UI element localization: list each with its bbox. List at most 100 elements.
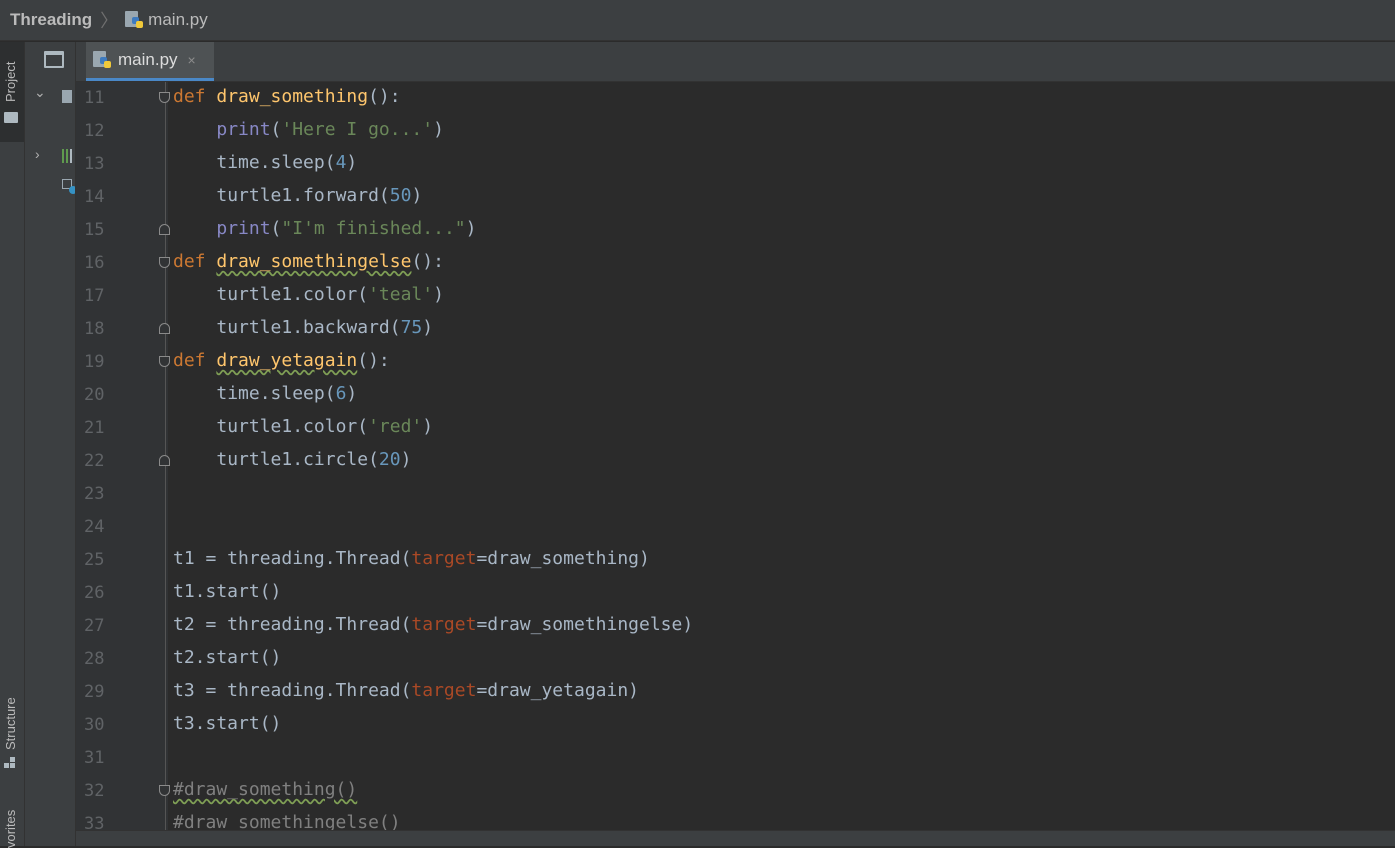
line-number: 30 <box>84 715 105 735</box>
fold-marker[interactable] <box>159 785 170 796</box>
number-literal: 50 <box>389 185 412 206</box>
line-number: 29 <box>84 682 105 702</box>
code-text: (): <box>357 350 390 371</box>
chevron-right-icon[interactable]: › <box>35 146 40 162</box>
code-line: def draw_yetagain(): <box>173 350 390 371</box>
chevron-down-icon[interactable]: ⌄ <box>34 84 46 101</box>
line-number: 15 <box>84 220 105 240</box>
line-number: 12 <box>84 121 105 141</box>
line-number: 31 <box>84 748 105 768</box>
string-literal: 'teal' <box>368 284 434 305</box>
fold-end-marker[interactable] <box>159 455 170 466</box>
code-text: turtle1.circle( <box>216 449 379 470</box>
code-text: time.sleep( <box>216 152 336 173</box>
editor-tab-bar: main.py × <box>44 42 1395 82</box>
keyword-argument: target <box>411 680 477 701</box>
code-line: t1 = threading.Thread(target=draw_someth… <box>173 548 650 569</box>
code-line: t2.start() <box>173 647 281 668</box>
code-text: (): <box>411 251 444 272</box>
tab-label: main.py <box>118 50 178 69</box>
line-number: 27 <box>84 616 105 636</box>
code-text: ) <box>422 416 434 437</box>
code-line: turtle1.circle(20) <box>173 449 411 470</box>
code-text: ) <box>411 185 423 206</box>
code-line: turtle1.color('red') <box>173 416 433 437</box>
line-number: 14 <box>84 187 105 207</box>
project-tree-panel: ⌄ › <box>25 42 76 846</box>
code-line: t2 = threading.Thread(target=draw_someth… <box>173 614 693 635</box>
code-text: ) <box>400 449 412 470</box>
fold-marker[interactable] <box>159 356 170 367</box>
code-text: turtle1.color( <box>216 284 369 305</box>
function-name: draw_somethingelse <box>216 251 412 272</box>
keyword: def <box>173 251 206 272</box>
keyword-argument: target <box>411 548 477 569</box>
code-text: ) <box>346 152 358 173</box>
python-file-icon <box>124 10 144 30</box>
favorites-tab-label: vorites <box>3 809 18 848</box>
tab-main-py[interactable]: main.py × <box>86 42 214 81</box>
code-text: ) <box>433 284 444 305</box>
code-line: turtle1.backward(75) <box>173 317 433 338</box>
code-line: #draw_something() <box>173 779 357 800</box>
line-number: 17 <box>84 286 105 306</box>
code-text: ) <box>422 317 434 338</box>
code-line: time.sleep(6) <box>173 383 357 404</box>
library-icon[interactable] <box>62 149 74 163</box>
breadcrumb-separator: 〉 <box>100 11 119 31</box>
keyword-argument: target <box>411 614 477 635</box>
code-text: ) <box>433 119 444 140</box>
fold-marker[interactable] <box>159 92 170 103</box>
breadcrumb-file[interactable]: main.py <box>148 10 208 30</box>
line-number: 26 <box>84 583 105 603</box>
breadcrumb-project[interactable]: Threading <box>10 10 92 30</box>
number-literal: 6 <box>335 383 347 404</box>
line-number: 24 <box>84 517 105 537</box>
left-tool-strip: Project Structure vorites <box>0 42 25 848</box>
structure-icon <box>4 757 16 769</box>
code-text: t3.start() <box>173 713 282 734</box>
code-line: t1.start() <box>173 581 281 602</box>
line-number: 22 <box>84 451 105 471</box>
code-text: turtle1.backward( <box>216 317 401 338</box>
line-number: 21 <box>84 418 105 438</box>
code-text: t1 = threading.Thread( <box>173 548 412 569</box>
code-line: t3 = threading.Thread(target=draw_yetaga… <box>173 680 639 701</box>
line-number: 32 <box>84 781 105 801</box>
project-tab-label: Project <box>3 61 18 102</box>
code-line: def draw_something(): <box>173 86 401 107</box>
code-text: ( <box>270 119 282 140</box>
fold-end-marker[interactable] <box>159 323 170 334</box>
code-line: time.sleep(4) <box>173 152 357 173</box>
editor-bottom-bar <box>76 830 1395 846</box>
code-line: def draw_somethingelse(): <box>173 251 444 272</box>
code-text: time.sleep( <box>216 383 336 404</box>
code-line: turtle1.color('teal') <box>173 284 444 305</box>
fold-end-marker[interactable] <box>159 224 170 235</box>
code-text: t2 = threading.Thread( <box>173 614 412 635</box>
function-name: draw_yetagain <box>216 350 358 371</box>
code-text: ( <box>270 218 282 239</box>
structure-tool-tab[interactable]: Structure <box>0 680 24 780</box>
code-text: turtle1.forward( <box>216 185 390 206</box>
fold-marker[interactable] <box>159 257 170 268</box>
close-tab-icon[interactable]: × <box>188 52 196 68</box>
code-text: ) <box>465 218 477 239</box>
line-number: 19 <box>84 352 105 372</box>
comment: #draw_something() <box>173 779 358 800</box>
builtin: print <box>216 119 271 140</box>
project-tool-tab[interactable]: Project <box>0 42 24 142</box>
favorites-tool-tab[interactable]: vorites <box>0 802 24 848</box>
code-text: turtle1.color( <box>216 416 369 437</box>
line-number: 25 <box>84 550 105 570</box>
navigation-breadcrumb: Threading 〉 main.py <box>0 0 1395 41</box>
code-text: t2.start() <box>173 647 282 668</box>
line-number: 20 <box>84 385 105 405</box>
hide-panel-icon[interactable] <box>44 51 64 68</box>
project-root-icon[interactable] <box>62 90 72 103</box>
code-text: ) <box>346 383 358 404</box>
line-number: 16 <box>84 253 105 273</box>
code-line: t3.start() <box>173 713 281 734</box>
code-text: t1.start() <box>173 581 282 602</box>
string-literal: 'Here I go...' <box>281 119 434 140</box>
